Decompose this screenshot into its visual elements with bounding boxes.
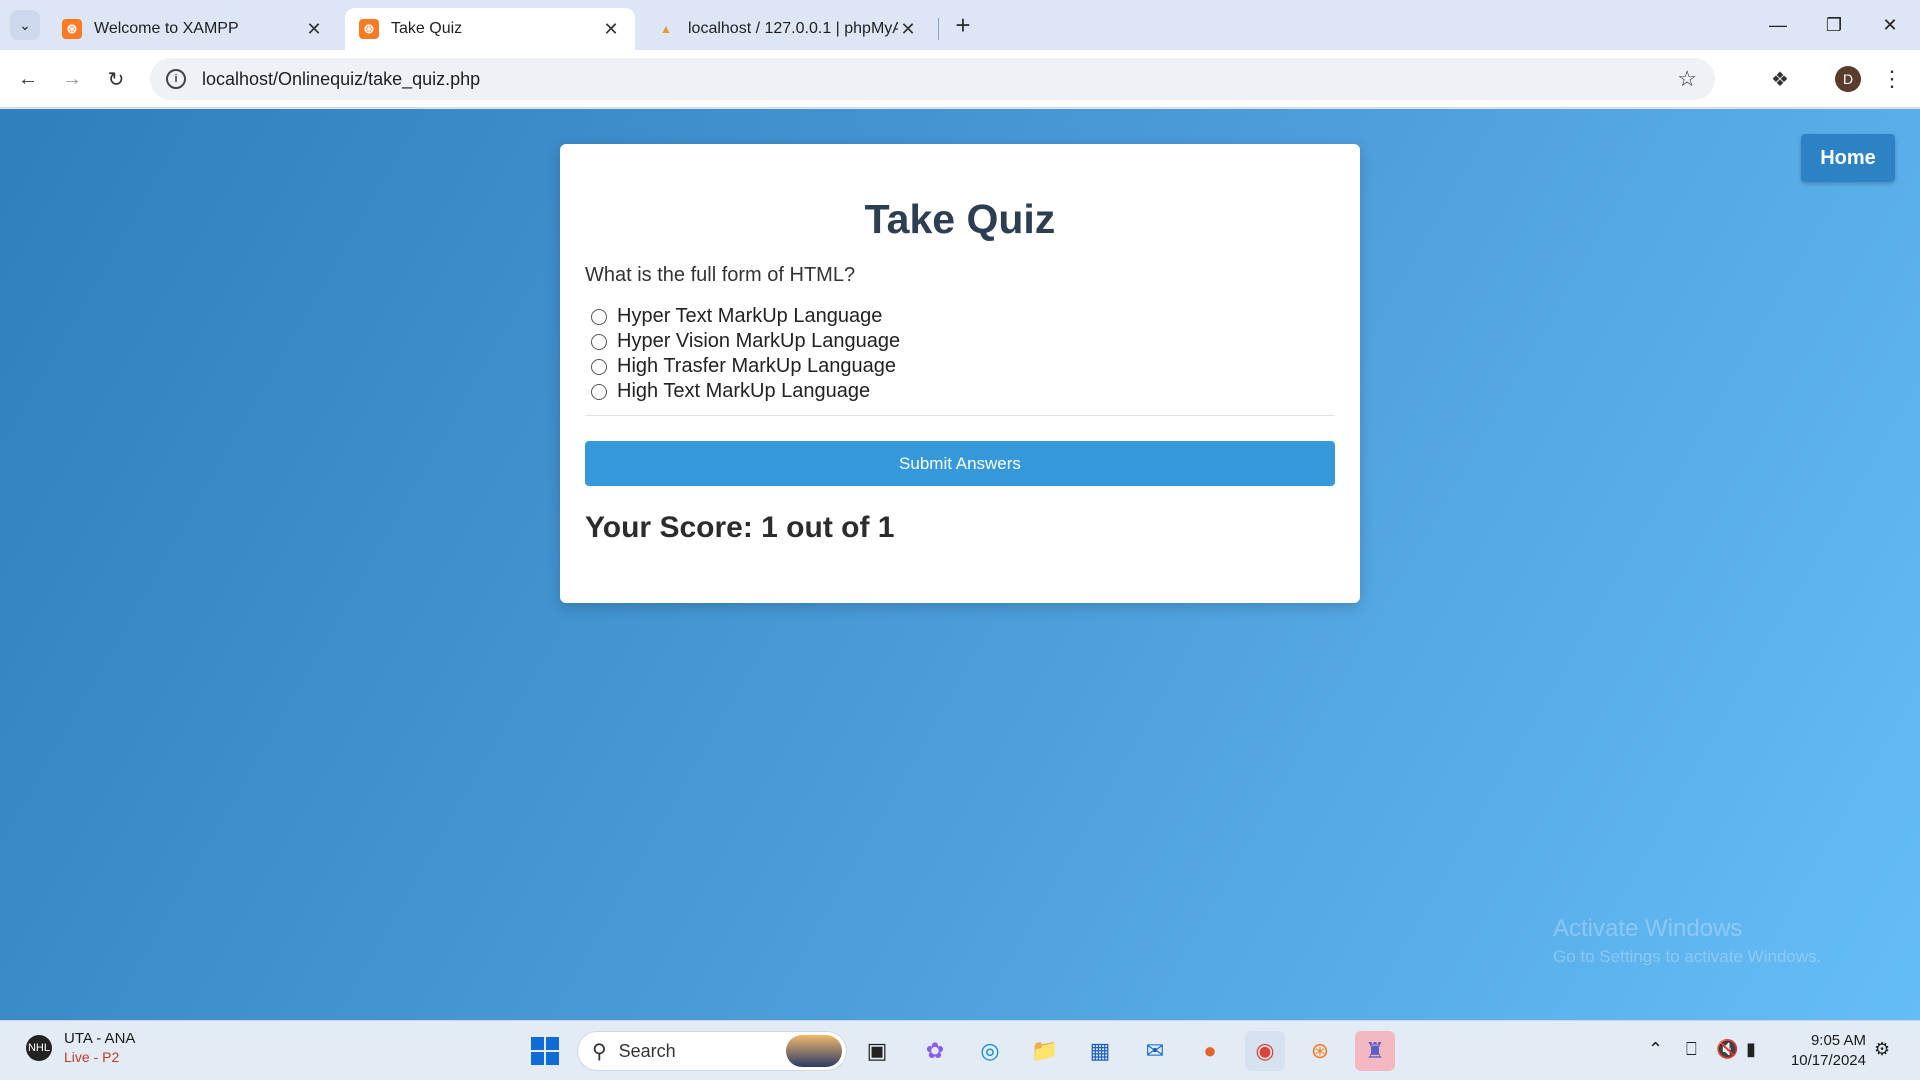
search-label: Search	[618, 1040, 676, 1061]
tab-phpmyadmin[interactable]: ▲ localhost / 127.0.0.1 | phpMyAd ✕	[642, 8, 932, 50]
notification-bell-icon[interactable]: ⚙	[1874, 1039, 1890, 1060]
url-text[interactable]: localhost/Onlinequiz/take_quiz.php	[202, 69, 1677, 90]
quiz-card: Take Quiz What is the full form of HTML?…	[560, 144, 1360, 603]
new-tab-icon[interactable]: +	[948, 10, 978, 40]
option-label: High Trasfer MarkUp Language	[617, 355, 897, 377]
reload-icon[interactable]: ↻	[100, 63, 132, 95]
home-button[interactable]: Home	[1801, 134, 1895, 182]
file-explorer-icon[interactable]: 📁	[1025, 1031, 1065, 1071]
tab-separator	[938, 18, 939, 40]
answer-options: Hyper Text MarkUp Language Hyper Vision …	[585, 304, 1335, 416]
watermark-line-1: Activate Windows	[1553, 915, 1743, 942]
tab-title: localhost / 127.0.0.1 | phpMyAd	[688, 20, 898, 37]
answer-option[interactable]: High Trasfer MarkUp Language	[585, 354, 1335, 379]
answer-option[interactable]: Hyper Vision MarkUp Language	[585, 329, 1335, 354]
news-line-1: UTA - ANA	[64, 1030, 136, 1047]
system-clock[interactable]: 9:05 AM 10/17/2024	[1780, 1031, 1866, 1071]
search-highlight-image	[786, 1035, 842, 1067]
volume-muted-icon[interactable]: 🔇	[1716, 1039, 1738, 1060]
tab-search-chevron-icon[interactable]: ⌄	[10, 10, 40, 40]
search-icon: ⚲	[592, 1040, 607, 1063]
close-icon[interactable]: ✕	[898, 19, 918, 40]
question-text: What is the full form of HTML?	[585, 264, 856, 286]
teams-icon[interactable]: ♜	[1355, 1031, 1395, 1071]
radio-button[interactable]	[591, 333, 607, 350]
minimize-icon[interactable]: —	[1750, 0, 1806, 50]
answer-option[interactable]: Hyper Text MarkUp Language	[585, 304, 1335, 329]
back-arrow-icon[interactable]: ←	[12, 63, 44, 95]
show-hidden-icons-chevron-icon[interactable]: ⌃	[1648, 1039, 1663, 1060]
radio-button[interactable]	[591, 358, 607, 375]
answer-option[interactable]: High Text MarkUp Language	[585, 379, 1335, 404]
phpmyadmin-icon: ▲	[660, 22, 672, 36]
task-view-icon[interactable]: ▣	[857, 1031, 897, 1071]
news-line-2: Live - P2	[64, 1049, 120, 1065]
extensions-puzzle-icon[interactable]: ❖	[1764, 63, 1796, 95]
address-bar[interactable]: i localhost/Onlinequiz/take_quiz.php ☆	[150, 58, 1715, 100]
clock-time: 9:05 AM	[1810, 1032, 1866, 1049]
firefox-icon[interactable]: ●	[1190, 1031, 1230, 1071]
option-label: Hyper Text MarkUp Language	[617, 305, 883, 327]
radio-button[interactable]	[591, 383, 607, 400]
option-label: High Text MarkUp Language	[617, 380, 871, 402]
radio-button[interactable]	[591, 308, 607, 325]
bookmark-star-icon[interactable]: ☆	[1677, 66, 1697, 92]
close-icon[interactable]: ✕	[601, 19, 621, 40]
submit-answers-button[interactable]: Submit Answers	[585, 441, 1335, 486]
taskbar-search[interactable]: ⚲ Search	[577, 1031, 847, 1071]
edge-icon[interactable]: ◎	[970, 1031, 1010, 1071]
network-icon[interactable]: ⎕	[1686, 1039, 1697, 1060]
site-info-icon[interactable]: i	[166, 69, 186, 89]
close-icon[interactable]: ✕	[304, 19, 324, 40]
xampp-icon: ⊛	[62, 19, 82, 39]
nhl-logo-icon: NHL	[26, 1034, 52, 1061]
browser-menu-icon[interactable]: ⋮	[1880, 63, 1904, 95]
taskbar: NHL UTA - ANA Live - P2 ⚲ Search ▣ ✿ ◎ 📁…	[0, 1020, 1920, 1080]
page-title: Take Quiz	[864, 196, 1056, 242]
xampp-icon: ⊛	[359, 19, 379, 39]
outlook-icon[interactable]: ✉	[1135, 1031, 1175, 1071]
score-text: Your Score: 1 out of 1	[585, 511, 895, 544]
tab-welcome-xampp[interactable]: ⊛ Welcome to XAMPP ✕	[48, 8, 338, 50]
store-icon[interactable]: ▦	[1080, 1031, 1120, 1071]
activate-windows-watermark: Activate Windows Go to Settings to activ…	[1553, 915, 1821, 967]
page-viewport: Home Take Quiz What is the full form of …	[0, 109, 1920, 1020]
option-label: Hyper Vision MarkUp Language	[617, 330, 901, 352]
forward-arrow-icon[interactable]: →	[56, 63, 88, 95]
watermark-line-2: Go to Settings to activate Windows.	[1553, 947, 1822, 966]
xampp-taskbar-icon[interactable]: ⊛	[1300, 1031, 1340, 1071]
profile-avatar[interactable]: D	[1835, 66, 1861, 92]
battery-icon[interactable]: ▮	[1746, 1039, 1756, 1060]
tab-title: Take Quiz	[391, 20, 463, 37]
chrome-icon[interactable]: ◉	[1245, 1031, 1285, 1071]
clock-date: 10/17/2024	[1790, 1052, 1866, 1069]
copilot-icon[interactable]: ✿	[915, 1031, 955, 1071]
start-windows-icon[interactable]	[525, 1031, 565, 1071]
window-close-icon[interactable]: ✕	[1862, 0, 1918, 50]
browser-toolbar: ← → ↻ i localhost/Onlinequiz/take_quiz.p…	[0, 50, 1920, 108]
tab-strip: ⌄ ⊛ Welcome to XAMPP ✕ ⊛ Take Quiz ✕ ▲ l…	[0, 0, 1920, 50]
tab-title: Welcome to XAMPP	[94, 20, 239, 37]
restore-icon[interactable]: ❐	[1806, 0, 1862, 50]
tab-take-quiz[interactable]: ⊛ Take Quiz ✕	[345, 8, 635, 50]
news-widget[interactable]: NHL UTA - ANA Live - P2	[26, 1030, 135, 1065]
